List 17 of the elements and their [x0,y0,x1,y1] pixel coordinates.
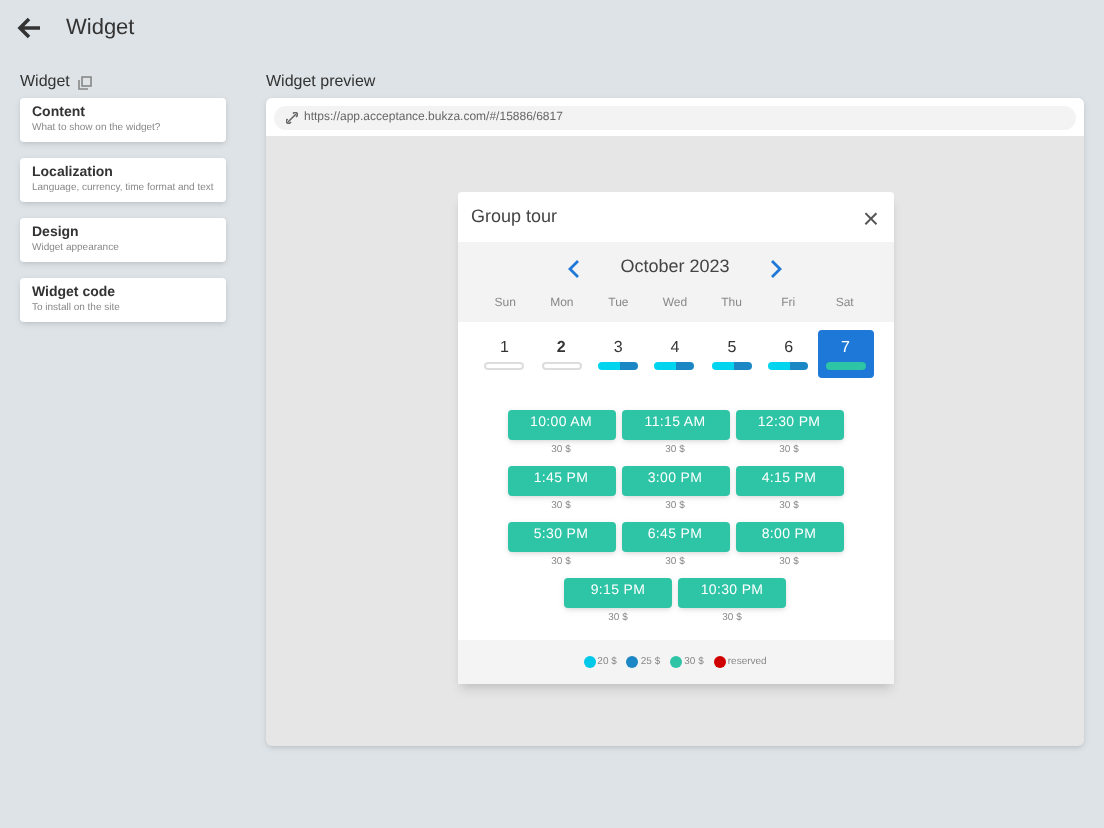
preview-title: Widget preview [266,70,378,94]
day-cell[interactable]: 2 [533,330,589,378]
back-arrow-icon[interactable] [16,16,42,40]
next-month-icon[interactable] [769,259,782,277]
page-title: Widget [66,13,135,44]
copy-icon[interactable] [77,75,92,89]
day-cell[interactable]: 4 [647,330,703,378]
day-cell[interactable]: 7 [818,330,873,378]
day-cell[interactable]: 1 [477,330,532,378]
previous-month-icon[interactable] [568,259,581,277]
close-button[interactable]: × [862,203,879,231]
sidebar-title: Widget [20,70,70,94]
month-label: October 2023 [620,254,730,281]
day-cell[interactable]: 3 [590,330,646,378]
dialog-title: Group tour [471,203,558,230]
day-cell[interactable]: 6 [761,330,817,378]
day-cell[interactable]: 5 [704,330,760,378]
